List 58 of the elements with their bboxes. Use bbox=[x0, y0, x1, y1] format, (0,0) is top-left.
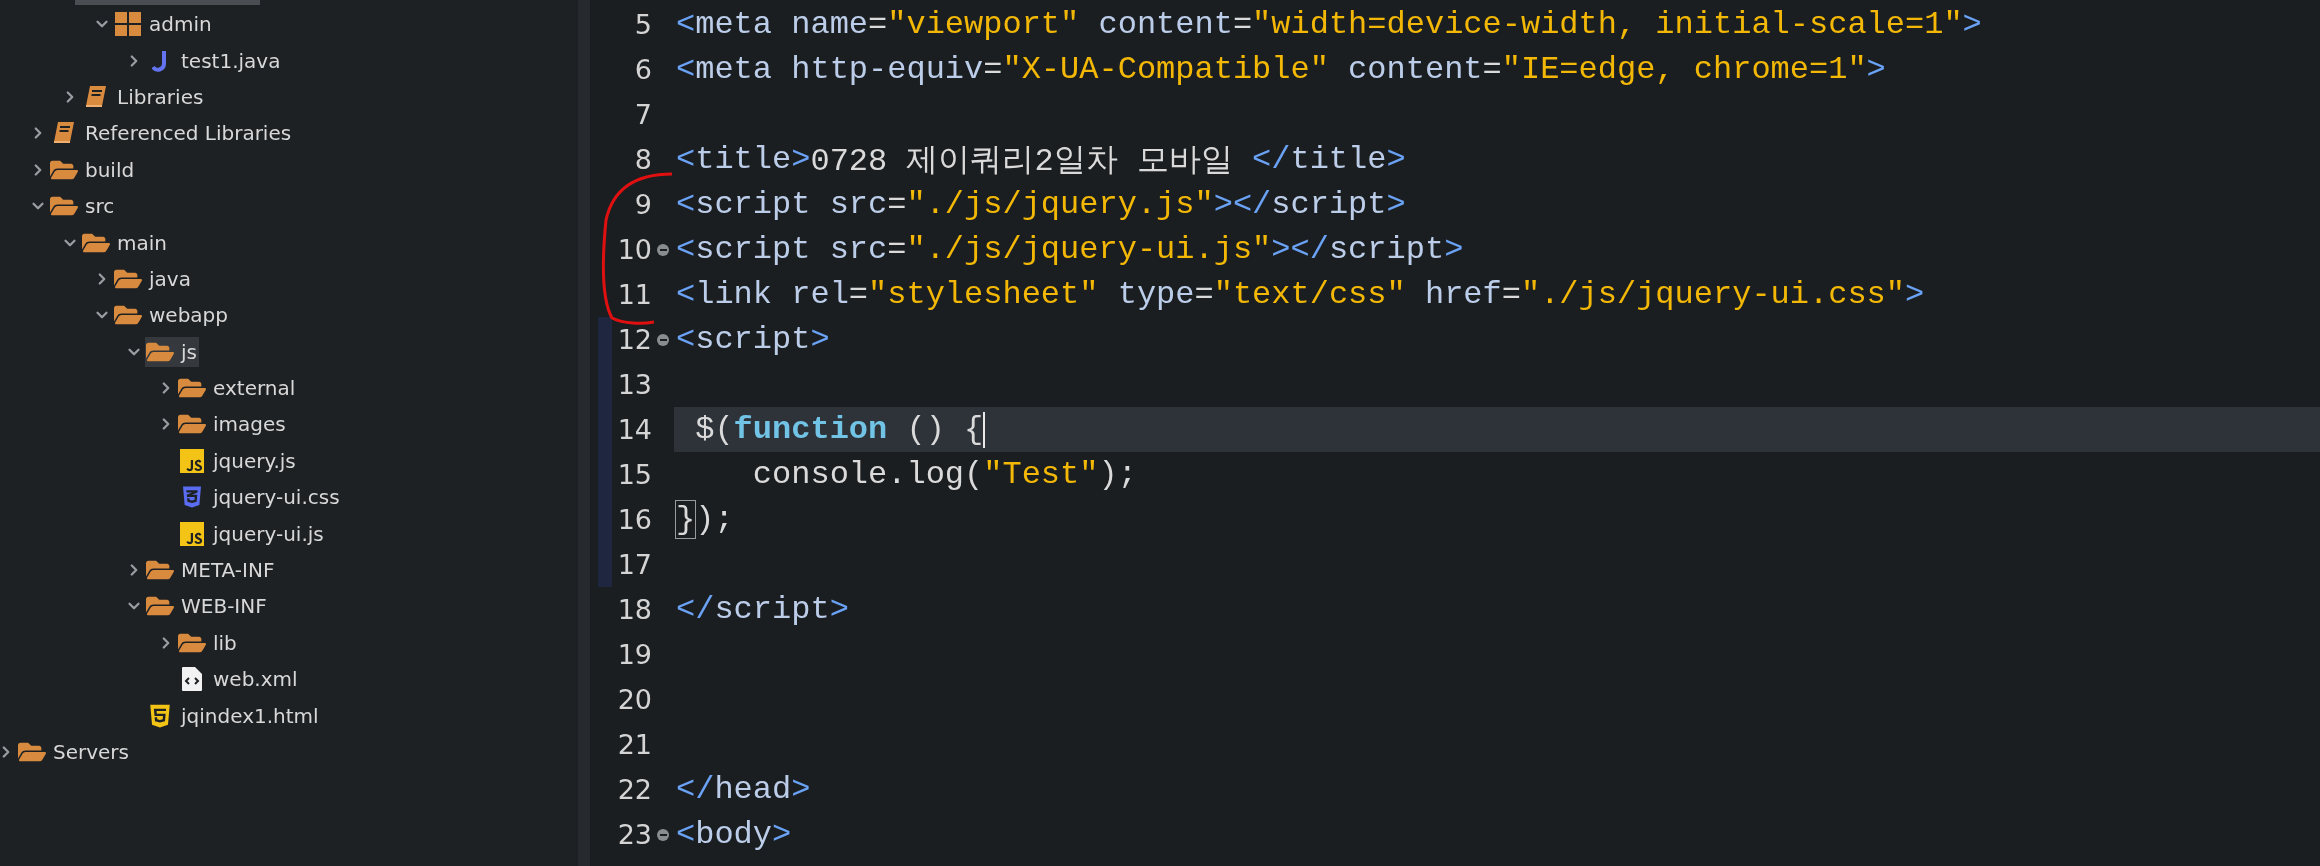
line-number: 18 bbox=[616, 594, 652, 625]
fold-icon[interactable] bbox=[657, 828, 669, 841]
tree-item[interactable]: META-INF bbox=[145, 555, 277, 586]
line-number: 17 bbox=[616, 549, 652, 580]
tree-item[interactable]: jquery-ui.js bbox=[177, 518, 326, 549]
javascript-file-icon bbox=[177, 447, 207, 474]
line-number: 16 bbox=[616, 504, 652, 535]
fold-icon[interactable] bbox=[657, 243, 669, 256]
tree-item[interactable]: jqindex1.html bbox=[145, 700, 321, 731]
line-number: 21 bbox=[616, 729, 652, 760]
code-line: <body> bbox=[675, 815, 793, 855]
tree-item[interactable]: jquery-ui.css bbox=[177, 482, 342, 513]
line-number: 5 bbox=[633, 9, 652, 40]
code-line: </script> bbox=[675, 590, 850, 630]
line-number: 23 bbox=[616, 819, 652, 850]
tree-item[interactable]: test1.java bbox=[145, 45, 283, 76]
code-line: <meta http-equiv="X-UA-Compatible" content="IE=edge, chrome=1"> bbox=[675, 50, 1887, 90]
tree-item[interactable]: admin bbox=[113, 9, 214, 40]
line-number: 14 bbox=[616, 414, 652, 445]
tree-item[interactable]: Libraries bbox=[81, 81, 206, 112]
javascript-file-icon bbox=[177, 520, 207, 547]
tree-item[interactable]: src bbox=[49, 191, 117, 222]
code-line: <script src="./js/jquery-ui.js"></script> bbox=[675, 230, 1465, 270]
code-line: }); bbox=[675, 500, 735, 540]
line-number: 22 bbox=[616, 774, 652, 805]
fold-icon[interactable] bbox=[657, 333, 669, 346]
line-number: 7 bbox=[633, 99, 652, 130]
tree-item[interactable]: lib bbox=[177, 627, 239, 658]
tree-item[interactable]: java bbox=[113, 263, 193, 294]
tree-item[interactable]: web.xml bbox=[177, 664, 300, 695]
tree-item[interactable]: main bbox=[81, 227, 169, 258]
tree-item[interactable]: webapp bbox=[113, 300, 230, 331]
line-number: 15 bbox=[616, 459, 652, 490]
code-line: <script src="./js/jquery.js"></script> bbox=[675, 185, 1407, 225]
tree-item[interactable]: WEB-INF bbox=[145, 591, 269, 622]
tree-item[interactable]: jquery.js bbox=[177, 445, 298, 476]
code-line: console.log("Test"); bbox=[751, 455, 1138, 495]
line-number: 13 bbox=[616, 369, 652, 400]
tree-item[interactable]: Referenced Libraries bbox=[49, 118, 294, 149]
line-number: 19 bbox=[616, 639, 652, 670]
tree-item[interactable]: build bbox=[49, 154, 137, 185]
package-icon bbox=[113, 11, 143, 38]
line-number: 10 bbox=[616, 234, 652, 265]
line-number: 20 bbox=[616, 684, 652, 715]
tree-item[interactable]: images bbox=[177, 409, 288, 440]
tree-item[interactable]: Servers bbox=[17, 737, 131, 767]
tree-item[interactable]: js bbox=[145, 336, 199, 367]
code-line: <script> bbox=[675, 320, 831, 360]
code-line: <meta name="viewport" content="width=device-width, initial-scale=1"> bbox=[675, 5, 1983, 45]
line-number: 8 bbox=[633, 144, 652, 175]
code-line: <link rel="stylesheet" type="text/css" href="./js/jquery-ui.css"> bbox=[675, 275, 1926, 315]
line-number: 6 bbox=[633, 54, 652, 85]
line-number: 12 bbox=[616, 324, 652, 355]
line-number: 9 bbox=[633, 189, 652, 220]
tree-item[interactable]: external bbox=[177, 373, 298, 404]
code-line: </head> bbox=[675, 770, 812, 810]
code-line: <title>0728 제이쿼리2일차 모바일 </title> bbox=[675, 140, 1407, 182]
line-number: 11 bbox=[616, 279, 652, 310]
